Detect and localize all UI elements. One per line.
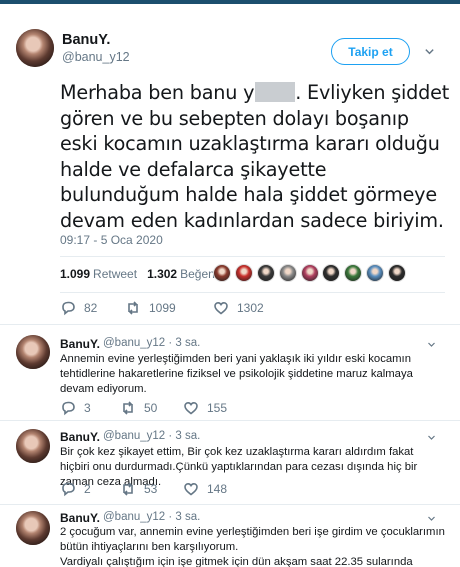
- reply-count: 3: [84, 401, 91, 415]
- reply-meta: @banu_y12 · 3 sa.: [103, 337, 200, 349]
- retweet-icon: [128, 301, 138, 315]
- retweet-count[interactable]: 1.099: [60, 267, 90, 281]
- reply-tweet[interactable]: BanuY. @banu_y12 · 3 sa. 2 çocuğum var, …: [0, 505, 460, 567]
- retweet-label[interactable]: Retweet: [93, 267, 137, 281]
- retweet-button[interactable]: 50: [120, 400, 183, 416]
- caret-down-icon[interactable]: [427, 340, 436, 349]
- like-button[interactable]: 155: [183, 400, 227, 416]
- like-action-count: 1302: [237, 301, 264, 315]
- caret-down-icon[interactable]: [427, 514, 436, 523]
- tweet-text: Merhaba ben banu y. Evliyken şiddet göre…: [60, 80, 450, 233]
- liker-avatar[interactable]: [278, 264, 297, 282]
- reply-actions: 3 50 155: [60, 400, 227, 416]
- caret-down-icon[interactable]: [424, 46, 435, 57]
- like-label[interactable]: Beğeni: [180, 267, 217, 281]
- reply-button[interactable]: 2: [60, 481, 120, 497]
- reply-meta: @banu_y12 · 3 sa.: [103, 430, 200, 442]
- retweet-action-count: 1099: [149, 301, 176, 315]
- reply-tweet[interactable]: BanuY. @banu_y12 · 3 sa. Bir çok kez şik…: [0, 421, 460, 504]
- reply-text: 2 çocuğum var, annemin evine yerleştiğim…: [60, 526, 445, 567]
- reply-text: Annemin evine yerleştiğimden beri yani y…: [60, 353, 413, 395]
- like-count[interactable]: 1.302: [147, 267, 177, 281]
- retweet-icon: [123, 401, 133, 415]
- tweet-stats: 1.099 Retweet 1.302 Beğeni: [60, 261, 217, 287]
- avatar[interactable]: [16, 511, 50, 545]
- divider: [60, 292, 445, 293]
- liker-avatars: [213, 264, 410, 282]
- reply-button[interactable]: 82: [60, 300, 125, 316]
- tweet-text-start: Merhaba ben banu y: [60, 81, 255, 104]
- author-name[interactable]: BanuY.: [60, 337, 100, 351]
- reply-meta: @banu_y12 · 3 sa.: [103, 511, 200, 523]
- tweet-timestamp[interactable]: 09:17 - 5 Oca 2020: [60, 233, 163, 247]
- liker-avatar[interactable]: [322, 264, 341, 282]
- liker-avatar[interactable]: [234, 264, 253, 282]
- retweet-button[interactable]: 53: [120, 481, 183, 497]
- author-name-text: BanuY.: [60, 511, 101, 525]
- reply-tweet[interactable]: BanuY. @banu_y12 · 3 sa. Annemin evine y…: [0, 325, 460, 420]
- like-icon: [184, 482, 198, 496]
- author-name[interactable]: BanuY.: [60, 511, 100, 525]
- reply-count: 2: [84, 482, 91, 496]
- reply-time[interactable]: · 3 sa.: [168, 511, 200, 523]
- tweet-actions: 82 1099 1302: [60, 300, 264, 316]
- reply-time[interactable]: · 3 sa.: [168, 337, 200, 349]
- author-name-text: BanuY.: [60, 430, 101, 444]
- author-name[interactable]: BanuY.: [60, 430, 100, 444]
- like-count: 148: [207, 482, 228, 496]
- reply-button[interactable]: 3: [60, 400, 120, 416]
- reply-actions: 2 53 148: [60, 481, 227, 497]
- liker-avatar[interactable]: [213, 264, 231, 282]
- author-name-text: BanuY.: [60, 337, 101, 351]
- author-handle[interactable]: @banu_y12: [103, 337, 165, 349]
- liker-avatar[interactable]: [256, 264, 275, 282]
- author-handle[interactable]: @banu_y12: [103, 511, 165, 523]
- reply-count: 82: [84, 301, 98, 315]
- follow-button[interactable]: Takip et: [331, 38, 410, 65]
- main-tweet: BanuY. @banu_y12 Takip et Merhaba ben ba…: [0, 4, 460, 324]
- reply-icon: [62, 301, 75, 316]
- retweet-count: 50: [144, 401, 158, 415]
- retweet-icon: [123, 482, 133, 496]
- reply-time[interactable]: · 3 sa.: [168, 430, 200, 442]
- avatar[interactable]: [16, 29, 54, 67]
- avatar[interactable]: [16, 335, 50, 369]
- redacted-region: [255, 82, 296, 102]
- like-icon: [214, 301, 228, 315]
- reply-icon: [62, 482, 75, 497]
- author-handle[interactable]: @banu_y12: [103, 430, 165, 442]
- caret-down-icon[interactable]: [427, 433, 436, 442]
- like-count: 155: [207, 401, 228, 415]
- retweet-button[interactable]: 1099: [125, 300, 213, 316]
- like-icon: [184, 401, 198, 415]
- liker-avatar[interactable]: [366, 264, 385, 282]
- like-button[interactable]: 148: [183, 481, 227, 497]
- author-handle[interactable]: @banu_y12: [62, 50, 130, 64]
- divider: [60, 256, 445, 257]
- like-button[interactable]: 1302: [213, 300, 264, 316]
- retweet-count: 53: [144, 482, 158, 496]
- avatar[interactable]: [16, 429, 50, 463]
- liker-avatar[interactable]: [344, 264, 363, 282]
- reply-icon: [62, 401, 75, 416]
- liker-avatar[interactable]: [300, 264, 319, 282]
- liker-avatar[interactable]: [388, 264, 407, 282]
- author-name[interactable]: BanuY.: [62, 32, 110, 48]
